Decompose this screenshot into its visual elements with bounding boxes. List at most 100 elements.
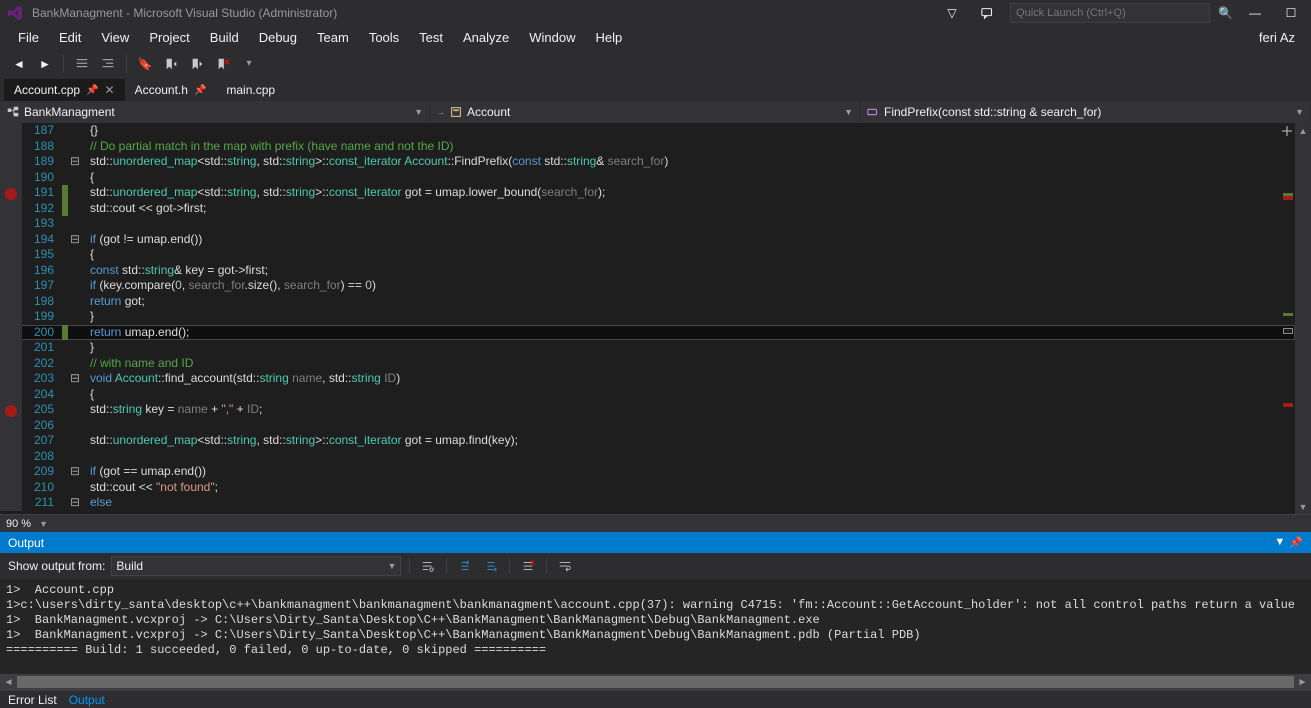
feedback-icon[interactable] xyxy=(974,3,1002,23)
breakpoint-gutter[interactable] xyxy=(0,418,22,434)
breakpoint-gutter[interactable] xyxy=(0,170,22,186)
horizontal-scrollbar[interactable]: ◄ ► xyxy=(0,674,1311,691)
code-line[interactable]: std::cout << "not found"; xyxy=(82,480,1295,496)
breakpoint-gutter[interactable] xyxy=(0,309,22,325)
code-line[interactable]: std::unordered_map<std::string, std::str… xyxy=(82,185,1295,201)
project-dropdown[interactable]: BankManagment ▼ xyxy=(0,101,430,123)
menu-team[interactable]: Team xyxy=(307,27,359,48)
fold-toggle[interactable]: ⊟ xyxy=(68,232,82,248)
fold-toggle[interactable]: ⊟ xyxy=(68,154,82,170)
code-line[interactable]: // with name and ID xyxy=(82,356,1295,372)
breakpoint-gutter[interactable] xyxy=(0,325,22,341)
prev-bookmark-button[interactable] xyxy=(160,53,182,75)
breakpoint-gutter[interactable] xyxy=(0,340,22,356)
overview-ruler[interactable] xyxy=(1283,133,1295,522)
class-dropdown[interactable]: → Account ▼ xyxy=(430,101,860,123)
code-line[interactable]: if (got == umap.end()) xyxy=(82,464,1295,480)
breakpoint-gutter[interactable] xyxy=(0,464,22,480)
menu-window[interactable]: Window xyxy=(519,27,585,48)
code-line[interactable]: if (got != umap.end()) xyxy=(82,232,1295,248)
breakpoint-gutter[interactable] xyxy=(0,480,22,496)
outdent-button[interactable] xyxy=(97,53,119,75)
tab-output[interactable]: Output xyxy=(69,693,105,707)
menu-help[interactable]: Help xyxy=(586,27,633,48)
menu-build[interactable]: Build xyxy=(200,27,249,48)
scrollbar-thumb[interactable] xyxy=(17,676,1294,688)
menu-edit[interactable]: Edit xyxy=(49,27,91,48)
breakpoint-gutter[interactable] xyxy=(0,232,22,248)
scroll-down-icon[interactable]: ▼ xyxy=(1295,499,1311,514)
minimize-button[interactable]: — xyxy=(1241,3,1269,23)
breakpoint-gutter[interactable] xyxy=(0,433,22,449)
breakpoint-gutter[interactable] xyxy=(0,356,22,372)
doc-tab[interactable]: main.cpp xyxy=(216,79,285,101)
code-line[interactable]: { xyxy=(82,170,1295,186)
toolbar-overflow-button[interactable]: ▾ xyxy=(238,53,260,75)
fold-toggle[interactable]: ⊟ xyxy=(68,371,82,387)
vertical-scrollbar[interactable]: ▲ ▼ xyxy=(1295,123,1311,514)
notifications-icon[interactable]: ▽ xyxy=(938,3,966,23)
next-message-button[interactable] xyxy=(481,556,501,576)
zoom-control[interactable]: 90 % ▼ xyxy=(0,514,1311,532)
code-line[interactable]: { xyxy=(82,387,1295,403)
fold-toggle[interactable]: ⊟ xyxy=(68,464,82,480)
next-bookmark-button[interactable] xyxy=(186,53,208,75)
indent-button[interactable] xyxy=(71,53,93,75)
code-line[interactable]: } xyxy=(82,340,1295,356)
breakpoint-gutter[interactable] xyxy=(0,247,22,263)
find-message-button[interactable] xyxy=(418,556,438,576)
menu-debug[interactable]: Debug xyxy=(249,27,307,48)
menu-file[interactable]: File xyxy=(8,27,49,48)
code-line[interactable]: return got; xyxy=(82,294,1295,310)
breakpoint-gutter[interactable] xyxy=(0,154,22,170)
nav-back-button[interactable]: ◄ xyxy=(8,53,30,75)
menu-tools[interactable]: Tools xyxy=(359,27,409,48)
scroll-right-icon[interactable]: ► xyxy=(1294,674,1311,691)
fold-toggle[interactable]: ⊟ xyxy=(68,495,82,511)
breakpoint-gutter[interactable] xyxy=(0,201,22,217)
clear-output-button[interactable] xyxy=(518,556,538,576)
code-line[interactable]: if (key.compare(0, search_for.size(), se… xyxy=(82,278,1295,294)
menu-test[interactable]: Test xyxy=(409,27,453,48)
close-icon[interactable]: ✕ xyxy=(105,83,115,97)
dropdown-icon[interactable]: ▼ xyxy=(1274,536,1285,549)
bookmark-button[interactable]: 🔖 xyxy=(134,53,156,75)
code-line[interactable]: const std::string& key = got->first; xyxy=(82,263,1295,279)
breakpoint-icon[interactable] xyxy=(5,188,17,200)
code-line[interactable]: { xyxy=(82,247,1295,263)
member-dropdown[interactable]: FindPrefix(const std::string & search_fo… xyxy=(860,101,1311,123)
word-wrap-button[interactable] xyxy=(555,556,575,576)
nav-forward-button[interactable]: ► xyxy=(34,53,56,75)
breakpoint-gutter[interactable] xyxy=(0,449,22,465)
breakpoint-gutter[interactable] xyxy=(0,278,22,294)
breakpoint-gutter[interactable] xyxy=(0,294,22,310)
tab-error-list[interactable]: Error List xyxy=(8,693,57,707)
code-line[interactable] xyxy=(82,449,1295,465)
breakpoint-gutter[interactable] xyxy=(0,263,22,279)
code-line[interactable]: void Account::find_account(std::string n… xyxy=(82,371,1295,387)
doc-tab[interactable]: Account.h📌 xyxy=(125,79,217,101)
code-line[interactable]: std::unordered_map<std::string, std::str… xyxy=(82,433,1295,449)
code-line[interactable] xyxy=(82,216,1295,232)
code-line[interactable]: std::cout << got->first; xyxy=(82,201,1295,217)
breakpoint-gutter[interactable] xyxy=(0,123,22,139)
menu-view[interactable]: View xyxy=(91,27,139,48)
code-line[interactable]: {} xyxy=(82,123,1295,139)
scroll-left-icon[interactable]: ◄ xyxy=(0,674,17,691)
code-line[interactable]: // Do partial match in the map with pref… xyxy=(82,139,1295,155)
pin-icon[interactable]: 📌 xyxy=(1289,536,1303,549)
menu-project[interactable]: Project xyxy=(139,27,199,48)
menu-analyze[interactable]: Analyze xyxy=(453,27,519,48)
output-text[interactable]: 1> Account.cpp 1>c:\users\dirty_santa\de… xyxy=(0,579,1311,674)
breakpoint-gutter[interactable] xyxy=(0,387,22,403)
maximize-button[interactable]: ☐ xyxy=(1277,3,1305,23)
search-icon[interactable]: 🔍 xyxy=(1218,6,1233,20)
breakpoint-gutter[interactable] xyxy=(0,402,22,418)
signed-in-user[interactable]: feri Az xyxy=(1259,30,1303,45)
scroll-up-icon[interactable]: ▲ xyxy=(1295,123,1311,138)
breakpoint-gutter[interactable] xyxy=(0,495,22,511)
doc-tab[interactable]: Account.cpp📌✕ xyxy=(4,79,125,101)
clear-bookmarks-button[interactable] xyxy=(212,53,234,75)
code-line[interactable] xyxy=(82,418,1295,434)
code-editor[interactable]: 187 {}188 // Do partial match in the map… xyxy=(0,123,1311,514)
